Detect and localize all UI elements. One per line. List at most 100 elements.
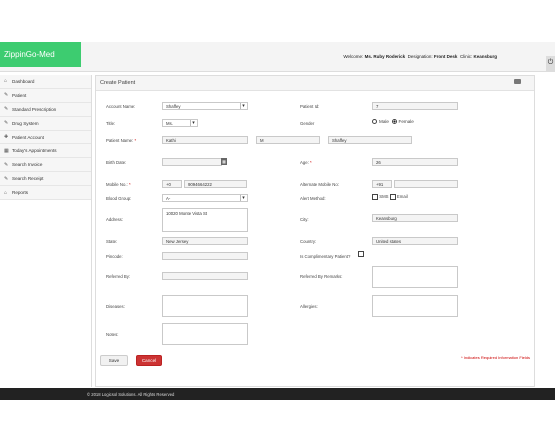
diseases-label: Diseases: xyxy=(106,304,125,309)
top-blank-area xyxy=(0,0,555,42)
sidebar-item-label: Drug System xyxy=(12,120,39,126)
sidebar: ⌂ Dashboard ✎ Patient ✎ Standard Prescripti… xyxy=(0,75,92,387)
complimentary-label: Is Complimentary Patient? xyxy=(300,254,351,259)
gender-label: Gender xyxy=(300,121,315,126)
account-name-label: Account Name: xyxy=(106,104,136,109)
allergies-label: Allergies: xyxy=(300,304,318,309)
alt-mobile-number-field[interactable] xyxy=(394,180,458,188)
alert-method-label: Alert Method: xyxy=(300,196,326,201)
sidebar-item-standard-prescription[interactable]: ✎ Standard Prescription xyxy=(0,102,91,117)
sidebar-item-patient[interactable]: ✎ Patient xyxy=(0,88,91,103)
add-user-icon: ✚ xyxy=(4,134,9,140)
sidebar-item-label: Patient Account xyxy=(12,134,44,140)
email-checkbox[interactable] xyxy=(389,194,396,200)
sidebar-item-patient-account[interactable]: ✚ Patient Account xyxy=(0,130,91,145)
gender-male-label: Male xyxy=(379,119,389,124)
message-icon[interactable] xyxy=(514,79,521,84)
clock-icon[interactable]: ⏻ xyxy=(546,56,555,72)
home-icon: ⌂ xyxy=(4,78,8,85)
required-marker: * xyxy=(310,160,312,165)
required-marker: * xyxy=(128,182,131,187)
city-label: City: xyxy=(300,217,309,222)
footer: © 2018 Logicsol Solutions. All Rights Re… xyxy=(0,388,555,400)
sidebar-item-search-invoice[interactable]: ✎ Search Invoice xyxy=(0,158,91,173)
create-patient-panel: Create Patient Account Name: Shaffey Pat… xyxy=(95,75,535,387)
blood-group-select[interactable]: A- xyxy=(162,194,248,202)
mobile-label: Mobile No.: * xyxy=(106,182,131,187)
sidebar-item-search-receipt[interactable]: ✎ Search Receipt xyxy=(0,172,91,187)
address-textarea[interactable]: 10020 Monte Vista St xyxy=(162,208,248,232)
complimentary-checkbox[interactable] xyxy=(358,251,364,257)
required-marker: * xyxy=(134,138,137,143)
user-info: Welcome: Ms. Ruby Roderick Designation: … xyxy=(343,54,497,59)
mobile-number-field[interactable]: 9094664222 xyxy=(184,180,247,188)
sidebar-item-reports[interactable]: ⌂ Reports xyxy=(0,186,91,201)
mobile-code-field[interactable]: +0 xyxy=(162,180,182,188)
birth-date-field[interactable] xyxy=(162,158,222,166)
save-button[interactable]: Save xyxy=(100,355,128,366)
copyright-text: © 2018 Logicsol Solutions. All Rights Re… xyxy=(87,392,175,397)
referred-remarks-label: Referred By Remarks: xyxy=(300,274,343,279)
diseases-textarea[interactable] xyxy=(162,295,248,317)
pincode-label: Pincode: xyxy=(106,254,123,259)
clinic-value: Keansburg xyxy=(473,54,497,59)
pincode-field[interactable] xyxy=(162,252,248,260)
cancel-button[interactable]: Cancel xyxy=(136,355,162,366)
welcome-label: Welcome: xyxy=(343,54,364,59)
edit-icon: ✎ xyxy=(4,92,9,99)
edit-icon: ✎ xyxy=(4,106,9,113)
last-name-field[interactable]: Shaffey xyxy=(328,136,412,144)
alert-method-options: SMS Email xyxy=(372,194,408,200)
state-label: State: xyxy=(106,239,118,244)
gender-male-radio[interactable] xyxy=(372,119,377,125)
gender-female-radio[interactable] xyxy=(391,119,397,125)
gender-female-label: Female xyxy=(398,119,414,124)
notes-textarea[interactable] xyxy=(162,323,248,345)
sidebar-item-label: Standard Prescription xyxy=(12,106,57,112)
middle-name-field[interactable]: M xyxy=(256,136,320,144)
age-label-text: Age: xyxy=(300,160,309,165)
app-logo[interactable]: ZippinGo-Med xyxy=(0,42,81,67)
sms-checkbox[interactable] xyxy=(372,194,378,200)
alt-mobile-code-field[interactable]: +91 xyxy=(372,180,392,188)
title-label: Title: xyxy=(106,121,116,126)
title-select[interactable]: Ms. xyxy=(162,119,198,127)
age-field[interactable]: 26 xyxy=(372,158,458,166)
country-field[interactable]: United states xyxy=(372,237,458,245)
patient-name-label: Patient Name: * xyxy=(106,138,136,143)
blood-group-label: Blood Group: xyxy=(106,196,132,201)
sidebar-item-dashboard[interactable]: ⌂ Dashboard xyxy=(0,75,91,89)
designation-label: Designation: xyxy=(407,54,433,59)
notes-label: Notes: xyxy=(106,332,119,337)
sidebar-item-label: Patient xyxy=(12,92,27,98)
referred-remarks-textarea[interactable] xyxy=(372,266,458,288)
age-label: Age: * xyxy=(300,160,312,165)
allergies-textarea[interactable] xyxy=(372,295,458,317)
state-field[interactable]: New Jersey xyxy=(162,237,248,245)
sidebar-item-drug-system[interactable]: ✎ Drug System xyxy=(0,116,91,131)
edit-icon: ✎ xyxy=(4,120,9,127)
calendar-icon: ▦ xyxy=(4,147,9,154)
sms-label: SMS xyxy=(379,194,389,200)
birth-date-label: Birth Date: xyxy=(106,160,127,165)
referred-by-field[interactable] xyxy=(162,272,248,280)
user-name: Ms. Ruby Roderick xyxy=(364,54,406,59)
calendar-icon[interactable]: ▦ xyxy=(221,158,227,165)
sidebar-item-todays-appointments[interactable]: ▦ Today's Appointments xyxy=(0,144,91,159)
country-label: Country: xyxy=(300,239,317,244)
patient-id-field[interactable]: 7 xyxy=(372,102,458,110)
clinic-label: Clinic: xyxy=(459,54,473,59)
mobile-label-text: Mobile No.: xyxy=(106,182,128,187)
sidebar-item-label: Reports xyxy=(12,190,29,196)
referred-by-label: Referred By: xyxy=(106,274,131,279)
email-label: Email xyxy=(396,194,408,200)
required-info-note: * Indicates Required Information Fields xyxy=(461,355,530,360)
sidebar-item-label: Dashboard xyxy=(12,78,35,84)
home-icon: ⌂ xyxy=(4,189,8,196)
account-name-select[interactable]: Shaffey xyxy=(162,102,248,110)
designation-value: Front Desk xyxy=(433,54,458,59)
address-label: Address: xyxy=(106,217,123,222)
city-field[interactable]: Keansburg xyxy=(372,214,458,222)
panel-title: Create Patient xyxy=(100,80,136,86)
first-name-field[interactable]: Kathi xyxy=(162,136,248,144)
